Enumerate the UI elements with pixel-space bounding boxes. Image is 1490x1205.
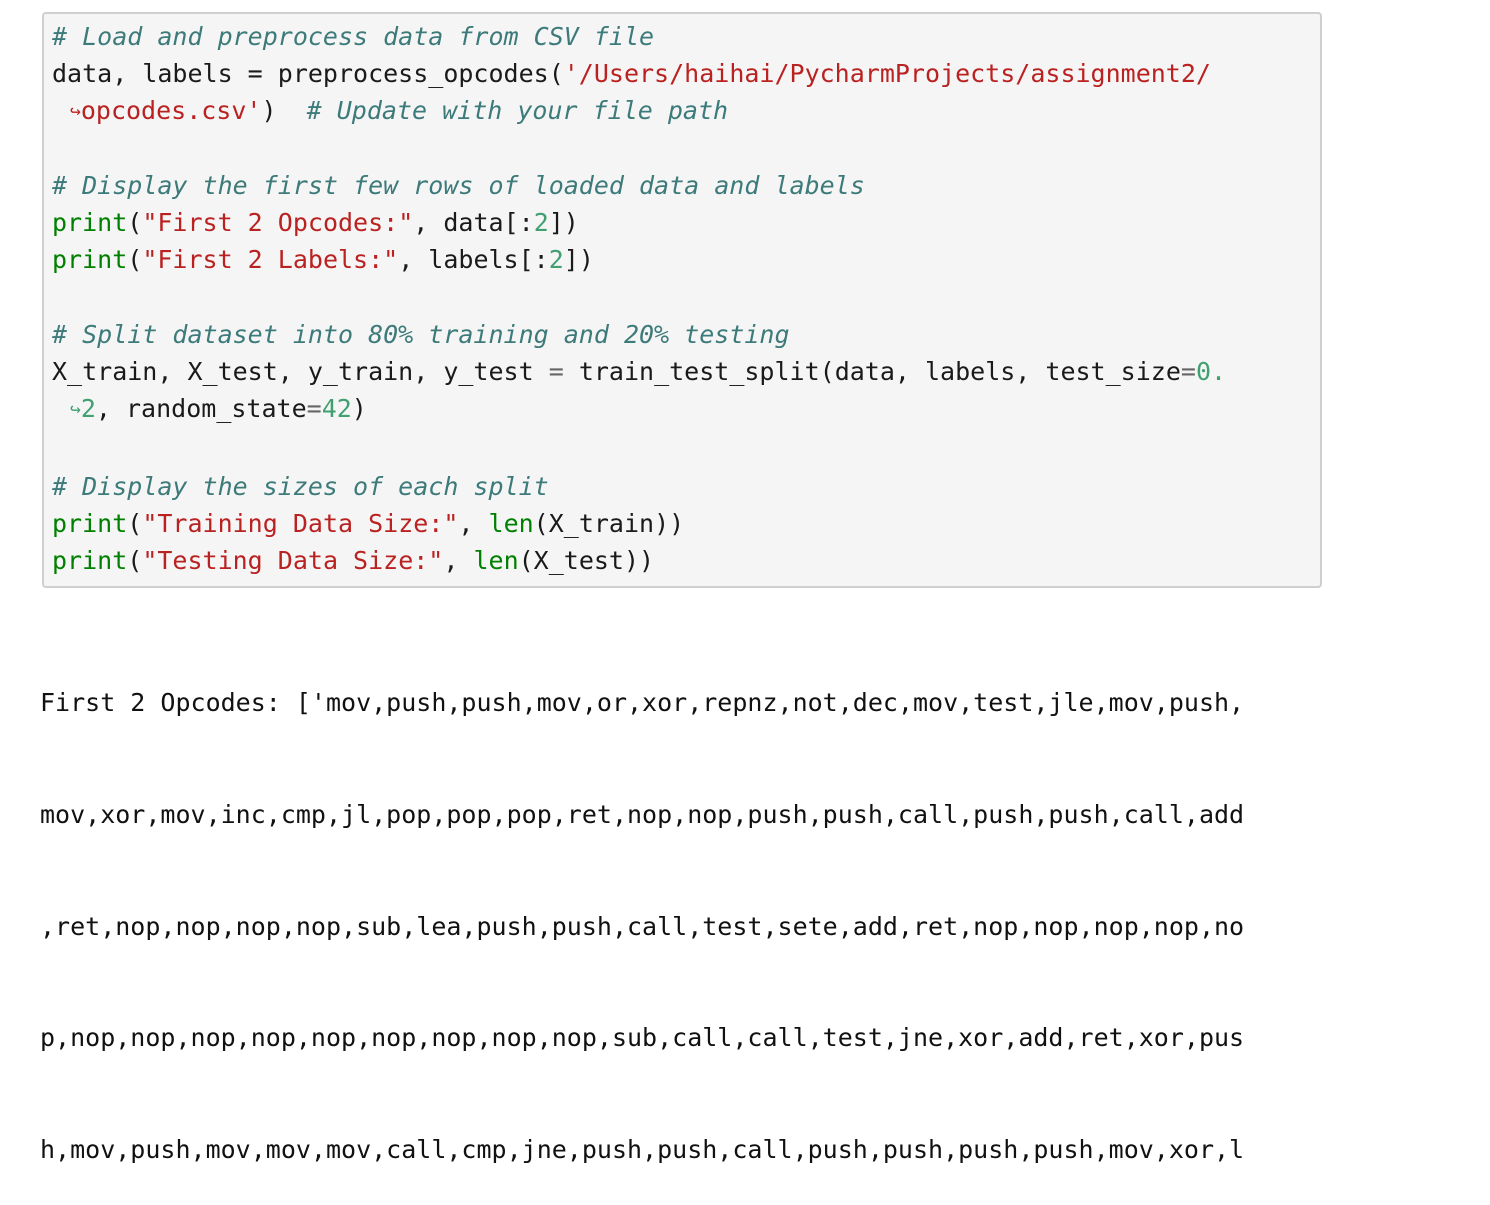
code-line-print-opcodes: print("First 2 Opcodes:", data[:2]) <box>52 204 579 241</box>
code-builtin-print: print <box>52 208 128 237</box>
output-line: h,mov,push,mov,mov,mov,call,cmp,jne,push… <box>40 1134 1245 1164</box>
code-text: ( <box>127 546 143 575</box>
code-text: data, labels = preprocess_opcodes( <box>52 59 564 88</box>
code-comment-display-rows: # Display the first few rows of loaded d… <box>52 171 865 200</box>
code-line-preprocess: data, labels = preprocess_opcodes('/User… <box>52 55 1211 92</box>
code-number: 2 <box>533 208 549 237</box>
code-text: train_test_split(data, labels, test_size <box>563 357 1181 386</box>
code-string: "First 2 Labels:" <box>142 245 399 274</box>
line-wrap-arrow-icon: ↪ <box>70 101 81 122</box>
code-operator: = <box>306 394 322 423</box>
code-comment-split: # Split dataset into 80% training and 20… <box>52 320 790 349</box>
output-line: ,ret,nop,nop,nop,nop,sub,lea,push,push,c… <box>40 911 1245 941</box>
code-text: X_train, X_test, y_train, y_test <box>52 357 549 386</box>
code-operator: = <box>1180 357 1196 386</box>
code-line-print-testing-size: print("Testing Data Size:", len(X_test)) <box>52 542 654 579</box>
code-text: ) <box>261 96 307 125</box>
code-comment-update-path: # Update with your file path <box>306 96 729 125</box>
code-number: 42 <box>321 394 352 423</box>
code-text: (X_train)) <box>533 509 685 538</box>
code-number: 0. <box>1195 357 1227 386</box>
code-comment-sizes: # Display the sizes of each split <box>52 472 549 501</box>
code-text: , labels[: <box>398 245 549 274</box>
code-line-print-training-size: print("Training Data Size:", len(X_train… <box>52 505 684 542</box>
output-line: mov,xor,mov,inc,cmp,jl,pop,pop,pop,ret,n… <box>40 800 1245 829</box>
code-line-preprocess-continued: ↪opcodes.csv') # Update with your file p… <box>70 92 728 129</box>
code-builtin-print: print <box>52 546 128 575</box>
code-line-train-test-split-continued: ↪2, random_state=42) <box>70 390 367 427</box>
code-builtin-len: len <box>473 546 519 575</box>
code-operator: = <box>548 357 564 386</box>
code-builtin-print: print <box>52 245 128 274</box>
code-text: ]) <box>563 245 594 274</box>
code-string: '/Users/haihai/PycharmProjects/assignmen… <box>563 59 1211 88</box>
code-number: 2 <box>80 394 96 423</box>
code-text: ( <box>127 509 143 538</box>
code-text: , random_state <box>95 394 307 423</box>
code-number: 2 <box>548 245 564 274</box>
output-line: p,nop,nop,nop,nop,nop,nop,nop,nop,nop,su… <box>40 1023 1245 1053</box>
code-cell-output: First 2 Opcodes: ['mov,push,push,mov,or,… <box>40 610 1440 1205</box>
code-text: ( <box>127 208 143 237</box>
code-string: "First 2 Opcodes:" <box>142 208 414 237</box>
line-wrap-arrow-icon: ↪ <box>70 399 81 420</box>
code-line-print-labels: print("First 2 Labels:", labels[:2]) <box>52 241 594 278</box>
code-builtin-print: print <box>52 509 128 538</box>
code-text: ]) <box>548 208 579 237</box>
code-string: opcodes.csv' <box>80 96 262 125</box>
code-text: (X_test)) <box>518 546 655 575</box>
code-line-train-test-split: X_train, X_test, y_train, y_test = train… <box>52 353 1226 390</box>
code-text: ( <box>127 245 143 274</box>
code-text: , <box>458 509 489 538</box>
code-text: , data[: <box>413 208 534 237</box>
output-line: First 2 Opcodes: ['mov,push,push,mov,or,… <box>40 688 1245 718</box>
code-text: , <box>443 546 474 575</box>
code-text: ) <box>351 394 367 423</box>
code-builtin-len: len <box>488 509 534 538</box>
code-string: "Training Data Size:" <box>142 509 459 538</box>
code-comment-load: # Load and preprocess data from CSV file <box>52 22 655 51</box>
code-string: "Testing Data Size:" <box>142 546 444 575</box>
